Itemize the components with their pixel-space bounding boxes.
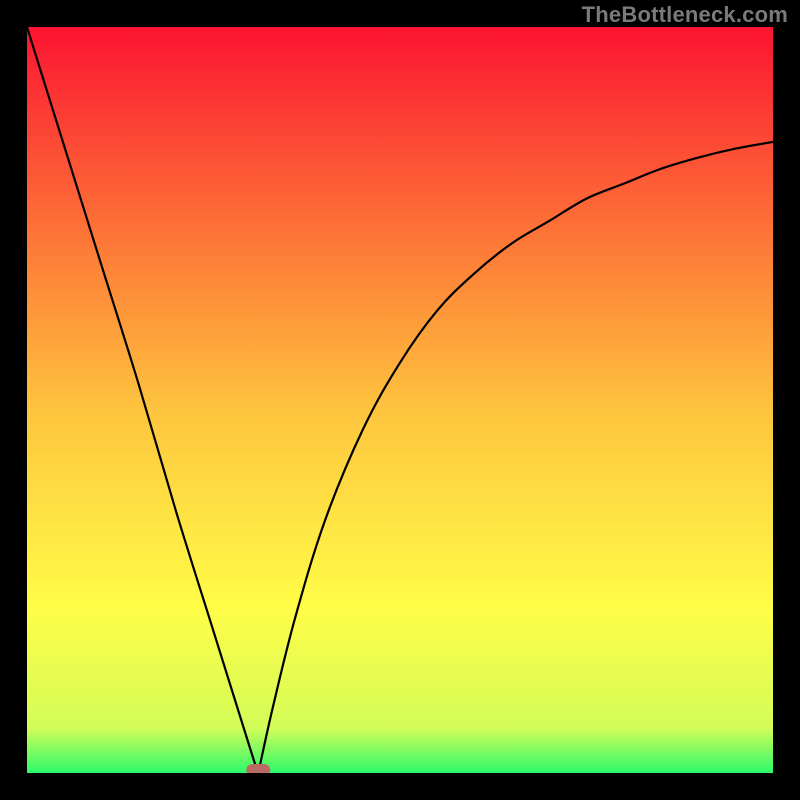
gradient-background — [27, 27, 773, 773]
optimum-marker — [246, 764, 270, 773]
chart-frame — [27, 27, 773, 773]
watermark-text: TheBottleneck.com — [582, 2, 788, 28]
bottleneck-chart — [27, 27, 773, 773]
